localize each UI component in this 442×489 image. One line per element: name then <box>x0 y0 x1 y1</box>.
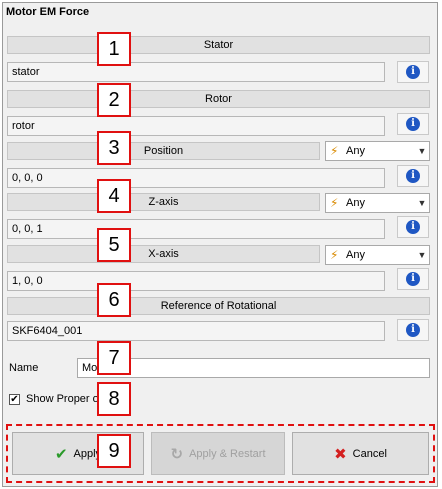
rotor-info-button[interactable]: i <box>397 113 429 135</box>
xaxis-field[interactable]: 1, 0, 0 <box>7 271 385 291</box>
badge-7: 7 <box>97 341 131 375</box>
xaxis-mode-select[interactable]: ⚡ Any ▼ <box>325 245 430 265</box>
position-mode-select[interactable]: ⚡ Any ▼ <box>325 141 430 161</box>
x-icon: ✖ <box>334 445 347 463</box>
name-label: Name <box>9 362 39 374</box>
badge-3: 3 <box>97 131 131 165</box>
rotor-header: Rotor <box>7 90 430 108</box>
position-header: Position <box>7 142 320 160</box>
chevron-down-icon: ▼ <box>417 146 427 156</box>
reference-field[interactable]: SKF6404_001 <box>7 321 385 341</box>
badge-1: 1 <box>97 32 131 66</box>
info-icon: i <box>406 65 420 79</box>
position-info-button[interactable]: i <box>397 165 429 187</box>
info-icon: i <box>406 272 420 286</box>
info-icon: i <box>406 220 420 234</box>
stator-field[interactable]: stator <box>7 62 385 82</box>
check-icon: ✔ <box>10 394 19 405</box>
restart-icon: ↻ <box>170 445 184 463</box>
zaxis-field[interactable]: 0, 0, 1 <box>7 219 385 239</box>
position-field[interactable]: 0, 0, 0 <box>7 168 385 188</box>
chevron-down-icon: ▼ <box>417 198 427 208</box>
reference-info-button[interactable]: i <box>397 319 429 341</box>
info-icon: i <box>406 117 420 131</box>
badge-8: 8 <box>97 382 131 416</box>
stator-header: Stator <box>7 36 430 54</box>
stator-info-button[interactable]: i <box>397 61 429 83</box>
zaxis-mode-select[interactable]: ⚡ Any ▼ <box>325 193 430 213</box>
show-property-label: Show Proper og <box>26 393 105 405</box>
info-icon: i <box>406 323 420 337</box>
chevron-down-icon: ▼ <box>417 250 427 260</box>
cancel-button[interactable]: ✖ Cancel <box>292 432 429 475</box>
wand-icon: ⚡ <box>330 196 339 210</box>
rotor-field[interactable]: rotor <box>7 116 385 136</box>
info-icon: i <box>406 169 420 183</box>
wand-icon: ⚡ <box>330 144 339 158</box>
badge-9: 9 <box>97 434 131 468</box>
reference-header: Reference of Rotational <box>7 297 430 315</box>
check-icon: ✔ <box>54 445 68 463</box>
xaxis-header: X-axis <box>7 245 320 263</box>
zaxis-header: Z-axis <box>7 193 320 211</box>
apply-restart-button[interactable]: ↻ Apply & Restart <box>151 432 285 475</box>
xaxis-info-button[interactable]: i <box>397 268 429 290</box>
badge-6: 6 <box>97 283 131 317</box>
badge-5: 5 <box>97 228 131 262</box>
panel-title: Motor EM Force <box>6 6 90 18</box>
badge-4: 4 <box>97 179 131 213</box>
show-property-checkbox[interactable]: ✔ <box>9 394 20 405</box>
wand-icon: ⚡ <box>330 248 339 262</box>
zaxis-info-button[interactable]: i <box>397 216 429 238</box>
badge-2: 2 <box>97 83 131 117</box>
